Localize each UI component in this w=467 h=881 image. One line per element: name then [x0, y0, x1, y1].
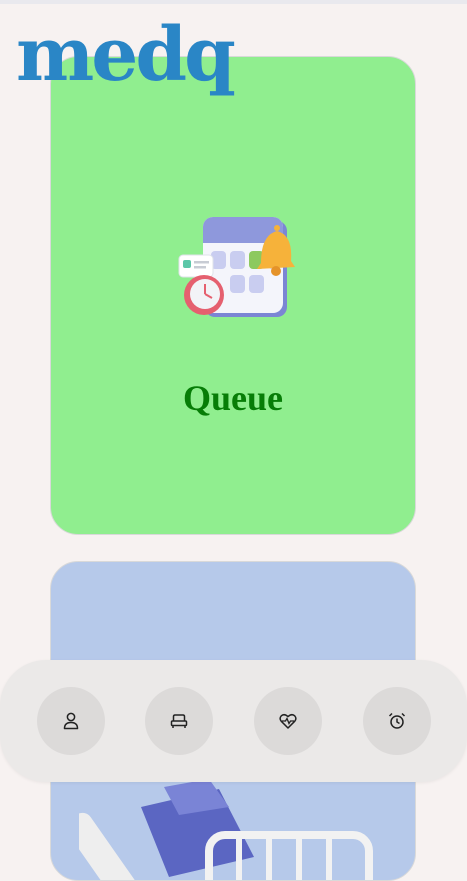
heart-pulse-icon — [279, 713, 297, 729]
status-strip — [0, 0, 467, 4]
person-icon — [63, 712, 79, 730]
nav-profile-button[interactable] — [37, 687, 105, 755]
nav-health-button[interactable] — [254, 687, 322, 755]
app-logo: medq — [16, 12, 236, 98]
bottom-navigation — [0, 660, 467, 782]
nav-bed-button[interactable] — [145, 687, 213, 755]
nav-alarm-button[interactable] — [363, 687, 431, 755]
alarm-clock-icon — [388, 712, 406, 729]
calendar-alarm-bell-icon — [178, 217, 295, 317]
queue-card-title: Queue — [182, 378, 283, 418]
hospital-bed-icon — [79, 779, 373, 880]
queue-card[interactable]: Queue — [50, 56, 416, 535]
bed-icon — [170, 714, 188, 728]
